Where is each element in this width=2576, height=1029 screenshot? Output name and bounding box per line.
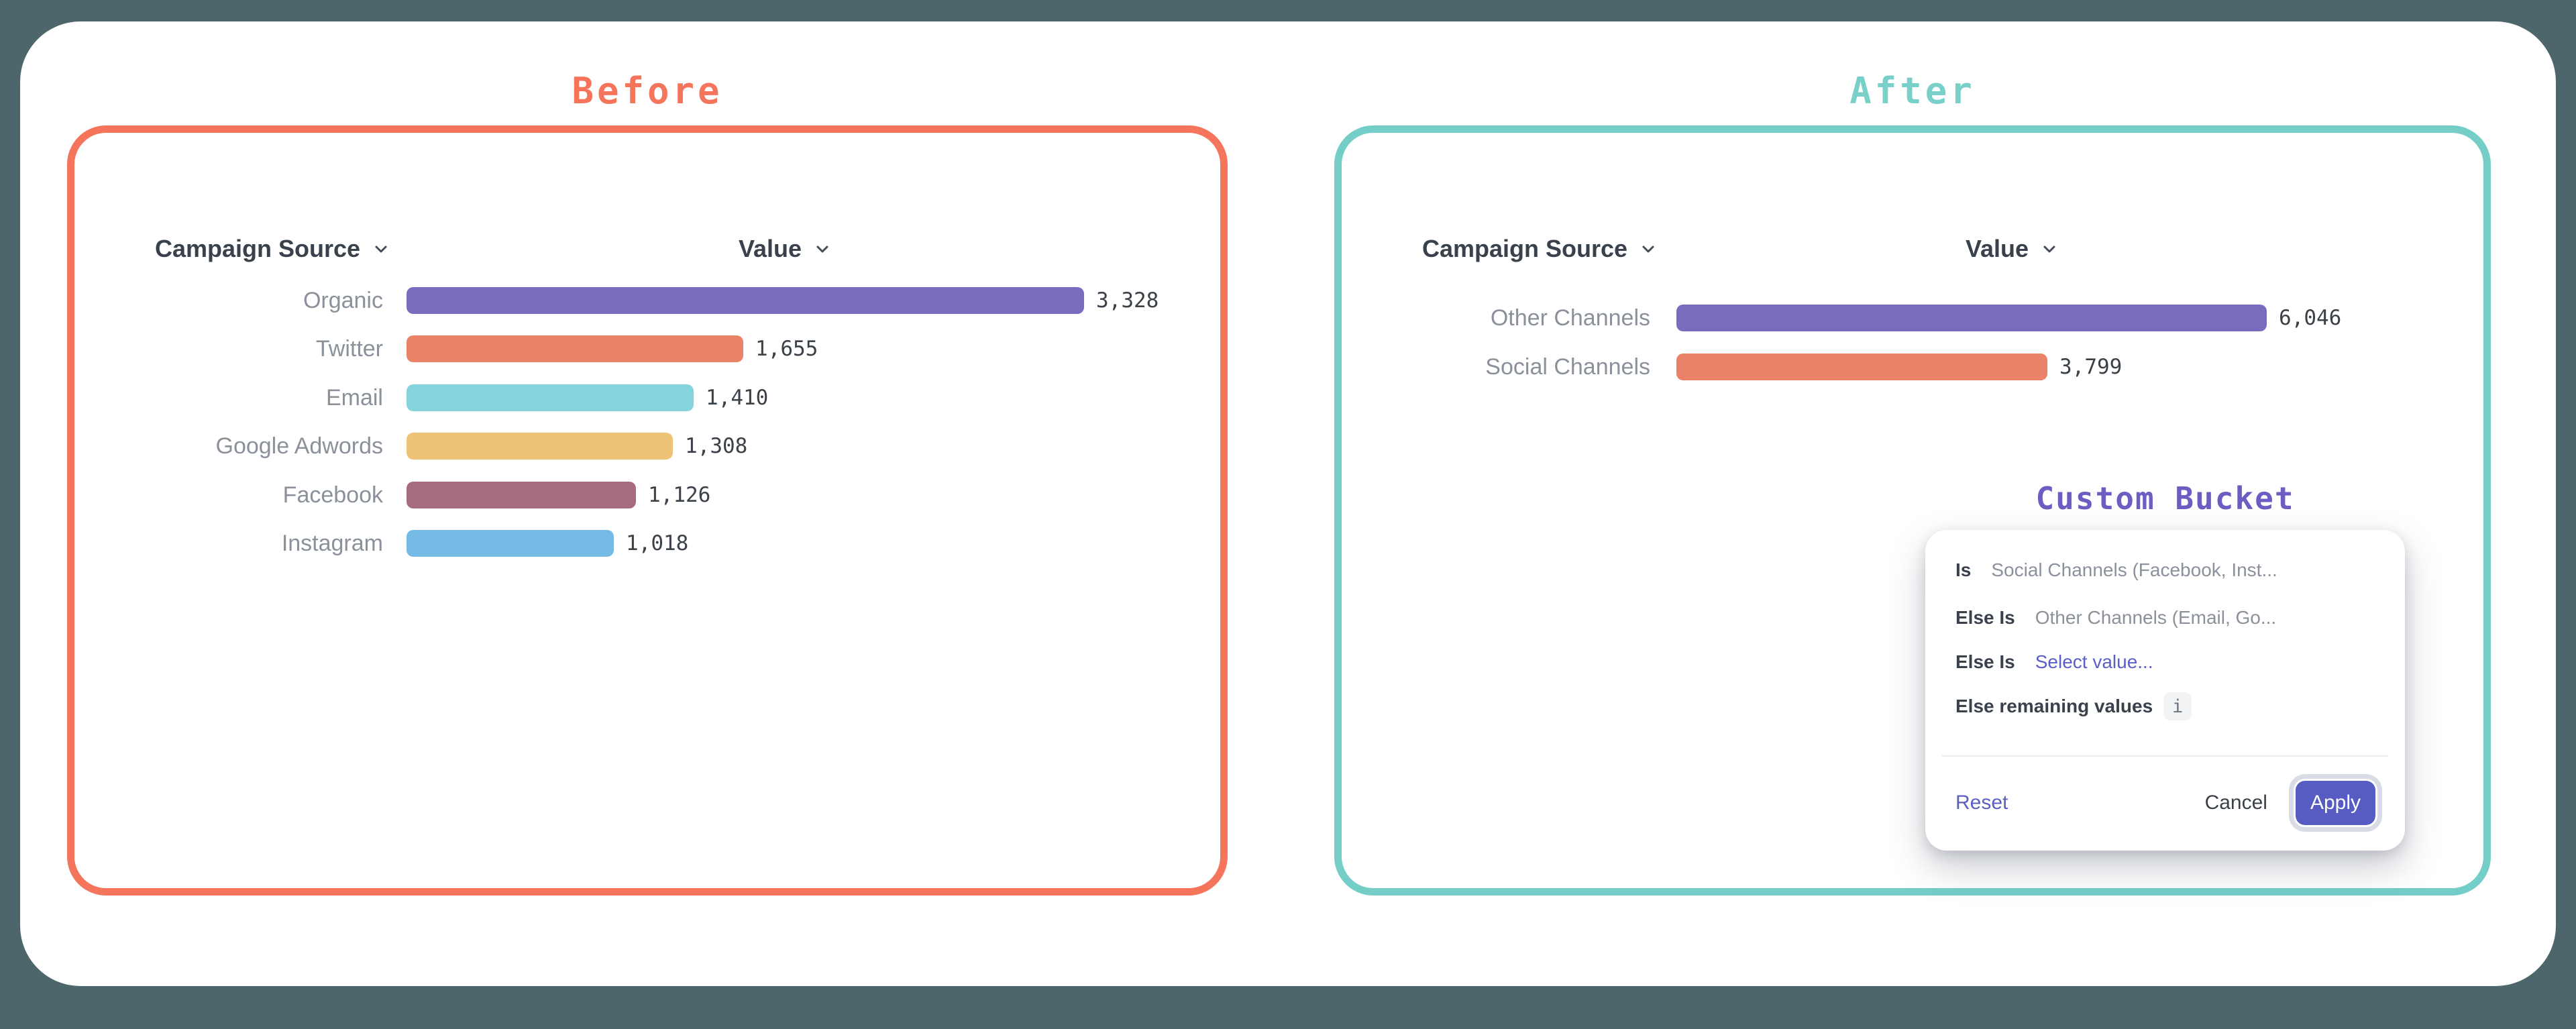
bucket-rule: Else Is Select value... <box>1955 649 2385 675</box>
column-header-label: Value <box>1966 235 2029 263</box>
dialog-footer-actions: Cancel Apply <box>2205 781 2382 825</box>
after-campaign-source-header[interactable]: Campaign Source <box>1422 235 1658 263</box>
table-row: Twitter 1,655 <box>74 335 1220 362</box>
chevron-down-icon <box>2039 239 2059 259</box>
table-row: Organic 3,328 <box>74 287 1220 314</box>
value-bar <box>1676 305 2267 331</box>
row-value: 6,046 <box>2279 306 2341 330</box>
column-header-label: Campaign Source <box>155 235 360 263</box>
cancel-button[interactable]: Cancel <box>2205 792 2267 814</box>
bucket-rule: Is Social Channels (Facebook, Inst... <box>1955 557 2385 584</box>
table-row: Facebook 1,126 <box>74 482 1220 508</box>
column-header-label: Value <box>739 235 802 263</box>
row-label: Google Adwords <box>74 433 383 459</box>
row-label: Other Channels <box>1342 305 1650 331</box>
rule-condition-label: Else Is <box>1955 607 2015 629</box>
apply-button[interactable]: Apply <box>2296 781 2375 825</box>
row-value: 1,655 <box>755 337 818 361</box>
row-value: 1,308 <box>685 434 747 458</box>
bucket-rule: Else Is Other Channels (Email, Go... <box>1955 604 2385 631</box>
dialog-divider <box>1942 755 2388 757</box>
before-panel: Campaign Source Value Organic 3,328 Twitte… <box>67 125 1228 896</box>
value-bar <box>407 482 636 508</box>
value-bar <box>407 335 743 362</box>
row-value: 1,018 <box>626 531 688 555</box>
dialog-footer: Reset Cancel Apply <box>1955 773 2382 833</box>
chevron-down-icon <box>812 239 833 259</box>
row-value: 3,799 <box>2059 355 2122 379</box>
value-bar <box>407 530 614 557</box>
rule-condition-label: Is <box>1955 559 1971 581</box>
before-title: Before <box>67 70 1228 112</box>
rule-condition-label: Else remaining values <box>1955 696 2153 717</box>
value-bar <box>407 384 694 411</box>
chevron-down-icon <box>1638 239 1658 259</box>
row-label: Social Channels <box>1342 354 1650 380</box>
rule-condition-label: Else Is <box>1955 651 2015 673</box>
row-label: Organic <box>74 288 383 314</box>
rule-value: Other Channels (Email, Go... <box>2035 607 2276 629</box>
reset-button[interactable]: Reset <box>1955 792 2008 814</box>
value-bar <box>407 287 1084 314</box>
before-campaign-source-header[interactable]: Campaign Source <box>155 235 391 263</box>
table-row: Other Channels 6,046 <box>1342 305 2483 331</box>
row-value: 1,126 <box>648 483 710 507</box>
row-label: Email <box>74 385 383 411</box>
column-header-label: Campaign Source <box>1422 235 1627 263</box>
select-value-link[interactable]: Select value... <box>2035 651 2153 673</box>
info-icon[interactable]: i <box>2163 692 2192 720</box>
table-row: Instagram 1,018 <box>74 530 1220 557</box>
page-background: Before After Campaign Source Value Organ… <box>0 0 2576 1029</box>
after-title: After <box>1334 70 2491 112</box>
custom-bucket-dialog: Is Social Channels (Facebook, Inst... Else… <box>1925 530 2405 851</box>
bucket-rule: Else remaining values i <box>1955 693 2385 720</box>
after-value-header[interactable]: Value <box>1966 235 2059 263</box>
chevron-down-icon <box>371 239 391 259</box>
row-value: 1,410 <box>706 386 768 410</box>
before-value-header[interactable]: Value <box>739 235 833 263</box>
rule-value: Social Channels (Facebook, Inst... <box>1991 559 2277 581</box>
value-bar <box>407 433 673 459</box>
table-row: Email 1,410 <box>74 384 1220 411</box>
table-row: Google Adwords 1,308 <box>74 433 1220 459</box>
row-label: Instagram <box>74 531 383 557</box>
row-label: Facebook <box>74 482 383 508</box>
row-value: 3,328 <box>1096 288 1159 313</box>
custom-bucket-title: Custom Bucket <box>1925 480 2405 517</box>
table-row: Social Channels 3,799 <box>1342 354 2483 380</box>
row-label: Twitter <box>74 336 383 362</box>
value-bar <box>1676 354 2047 380</box>
